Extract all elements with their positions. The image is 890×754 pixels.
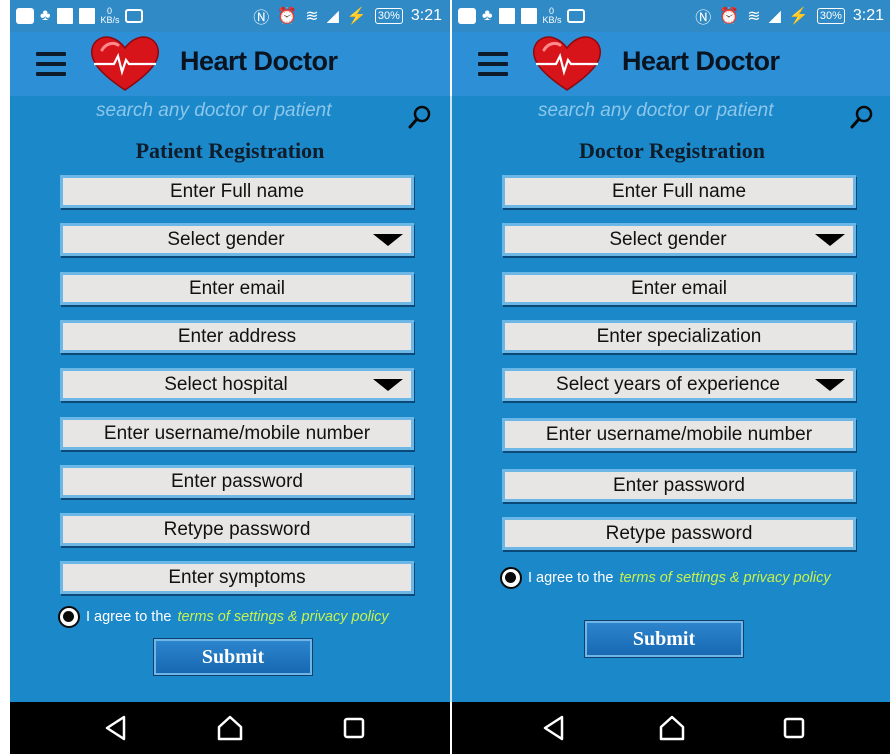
app-bar: Heart Doctor bbox=[10, 32, 450, 96]
battery-level: 30% bbox=[374, 8, 403, 24]
experience-select[interactable]: Select years of experience bbox=[502, 368, 856, 401]
terms-link[interactable]: terms of settings & privacy policy bbox=[619, 570, 830, 586]
username-field[interactable]: Enter username/mobile number bbox=[502, 418, 856, 451]
app-title: Heart Doctor bbox=[180, 46, 338, 76]
recents-icon[interactable] bbox=[780, 714, 808, 742]
app-title: Heart Doctor bbox=[622, 46, 780, 76]
image-icon bbox=[124, 9, 143, 23]
recents-icon[interactable] bbox=[340, 714, 368, 742]
app-notification-icon: ♣ bbox=[40, 7, 51, 24]
network-speed: 0 KB/s bbox=[542, 6, 562, 25]
nfc-icon: Ⓝ bbox=[253, 10, 270, 27]
menu-icon[interactable] bbox=[36, 52, 66, 76]
nav-bar bbox=[452, 702, 890, 754]
search-input[interactable]: search any doctor or patient bbox=[96, 100, 332, 122]
agree-row: I agree to the terms of settings & priva… bbox=[500, 567, 831, 589]
gender-select[interactable]: Select gender bbox=[60, 223, 414, 256]
signal-icon: ◢ bbox=[768, 8, 781, 25]
app-bar: Heart Doctor bbox=[452, 32, 890, 96]
back-icon[interactable] bbox=[102, 714, 130, 742]
notification-square-icon bbox=[78, 8, 95, 24]
agree-label: I agree to the bbox=[86, 609, 172, 625]
signal-icon: ◢ bbox=[326, 8, 339, 25]
radio-checked-icon[interactable] bbox=[58, 606, 80, 628]
wifi-icon: ≋ bbox=[305, 8, 319, 25]
status-bar: ♣ 0 KB/s Ⓝ ⏰ ≋ ◢ ⚡ 30% 3:21 bbox=[452, 0, 890, 32]
form-title: Patient Registration bbox=[135, 138, 325, 163]
dropdown-caret-icon bbox=[815, 379, 845, 391]
alarm-icon: ⏰ bbox=[719, 8, 740, 25]
specialization-field[interactable]: Enter specialization bbox=[502, 320, 856, 353]
nav-bar bbox=[10, 702, 450, 754]
agree-label: I agree to the bbox=[528, 570, 614, 586]
image-icon bbox=[566, 9, 585, 23]
wifi-icon: ≋ bbox=[747, 8, 761, 25]
chat-icon bbox=[458, 8, 476, 24]
search-icon[interactable] bbox=[408, 104, 432, 130]
password-field[interactable]: Enter password bbox=[60, 465, 414, 498]
notification-square-icon bbox=[520, 8, 537, 24]
retype-password-field[interactable]: Retype password bbox=[502, 517, 856, 550]
clock: 3:21 bbox=[852, 7, 884, 24]
battery-level: 30% bbox=[816, 8, 845, 24]
username-field[interactable]: Enter username/mobile number bbox=[60, 417, 414, 450]
hospital-select[interactable]: Select hospital bbox=[60, 368, 414, 401]
nfc-icon: Ⓝ bbox=[695, 10, 712, 27]
dropdown-caret-icon bbox=[373, 234, 403, 246]
agree-row: I agree to the terms of settings & priva… bbox=[58, 606, 389, 628]
terms-link[interactable]: terms of settings & privacy policy bbox=[177, 609, 388, 625]
clock: 3:21 bbox=[410, 7, 442, 24]
menu-icon[interactable] bbox=[478, 52, 508, 76]
dropdown-caret-icon bbox=[815, 234, 845, 246]
home-icon[interactable] bbox=[658, 714, 686, 742]
password-field[interactable]: Enter password bbox=[502, 469, 856, 502]
address-field[interactable]: Enter address bbox=[60, 320, 414, 353]
email-field[interactable]: Enter email bbox=[502, 272, 856, 305]
status-bar: ♣ 0 KB/s Ⓝ ⏰ ≋ ◢ ⚡ 30% 3:21 bbox=[10, 0, 450, 32]
submit-button[interactable]: Submit bbox=[584, 620, 744, 658]
radio-checked-icon[interactable] bbox=[500, 567, 522, 589]
patient-screen: ♣ 0 KB/s Ⓝ ⏰ ≋ ◢ ⚡ 30% 3:21 Heart Doctor … bbox=[10, 0, 450, 754]
heart-logo-icon bbox=[532, 36, 602, 91]
alarm-icon: ⏰ bbox=[277, 8, 298, 25]
charging-icon: ⚡ bbox=[788, 8, 809, 25]
back-icon[interactable] bbox=[540, 714, 568, 742]
gender-select[interactable]: Select gender bbox=[502, 223, 856, 256]
full-name-field[interactable]: Enter Full name bbox=[60, 175, 414, 208]
chat-icon bbox=[16, 8, 34, 24]
symptoms-field[interactable]: Enter symptoms bbox=[60, 561, 414, 594]
form-title: Doctor Registration bbox=[579, 138, 765, 163]
email-field[interactable]: Enter email bbox=[60, 272, 414, 305]
search-input[interactable]: search any doctor or patient bbox=[538, 100, 774, 122]
retype-password-field[interactable]: Retype password bbox=[60, 513, 414, 546]
notification-icon bbox=[56, 8, 73, 24]
doctor-screen: ♣ 0 KB/s Ⓝ ⏰ ≋ ◢ ⚡ 30% 3:21 Heart Doctor … bbox=[452, 0, 890, 754]
dropdown-caret-icon bbox=[373, 379, 403, 391]
heart-logo-icon bbox=[90, 36, 160, 91]
network-speed: 0 KB/s bbox=[100, 6, 120, 25]
charging-icon: ⚡ bbox=[346, 8, 367, 25]
app-notification-icon: ♣ bbox=[482, 7, 493, 24]
full-name-field[interactable]: Enter Full name bbox=[502, 175, 856, 208]
submit-button[interactable]: Submit bbox=[153, 638, 313, 676]
notification-icon bbox=[498, 8, 515, 24]
search-icon[interactable] bbox=[850, 104, 874, 130]
home-icon[interactable] bbox=[216, 714, 244, 742]
